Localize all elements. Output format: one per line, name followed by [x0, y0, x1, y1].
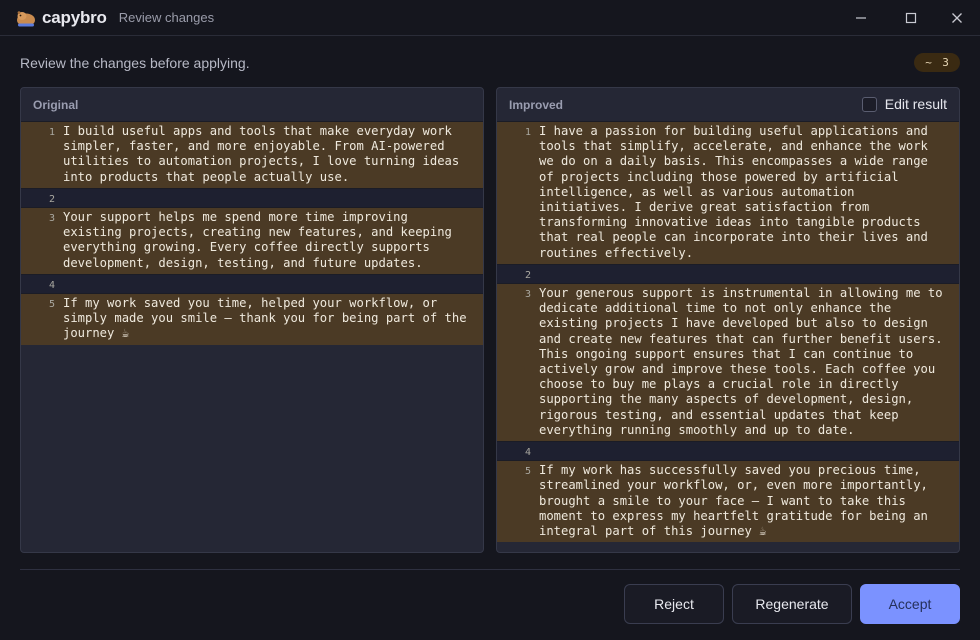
line-number: 4 [524, 447, 531, 459]
maximize-button[interactable] [888, 0, 934, 36]
diff-line: 2 [497, 263, 959, 284]
line-text [63, 189, 483, 207]
edit-result-checkbox[interactable] [861, 96, 877, 112]
badge-symbol: ~ [925, 56, 932, 69]
minimize-icon [856, 17, 866, 19]
app-name: capybro [42, 7, 107, 27]
title-bar: capybro Review changes [0, 0, 980, 36]
improved-diff-view[interactable]: 1 I have a passion for building useful a… [497, 121, 959, 543]
accept-button[interactable]: Accept [860, 584, 960, 624]
close-icon [952, 13, 962, 23]
diff-line: 5 If my work saved you time, helped your… [21, 293, 483, 345]
line-number: 3 [524, 289, 531, 301]
line-text [539, 265, 959, 283]
diff-line: 4 [497, 441, 959, 461]
line-text: Your support helps me spend more time im… [63, 210, 460, 270]
line-text: If my work has successfully saved you pr… [539, 463, 936, 539]
edit-result-label: Edit result [884, 96, 947, 112]
diff-line: 4 [21, 273, 483, 294]
badge-count: 3 [942, 56, 949, 69]
line-number: 1 [48, 127, 55, 138]
line-number: 2 [48, 193, 55, 205]
line-number: 3 [48, 213, 55, 225]
line-text [63, 275, 483, 293]
line-text: I build useful apps and tools that make … [63, 124, 467, 184]
capybara-icon [14, 7, 38, 29]
close-button[interactable] [934, 0, 980, 36]
regenerate-button[interactable]: Regenerate [732, 584, 852, 624]
reject-button[interactable]: Reject [624, 584, 724, 624]
edit-result-toggle[interactable]: Edit result [861, 96, 947, 112]
line-text: If my work saved you time, helped your w… [63, 296, 474, 341]
review-subtitle: Review the changes before applying. [20, 55, 250, 71]
line-text: Your generous support is instrumental in… [539, 286, 950, 437]
diff-line: 1 I have a passion for building useful a… [497, 121, 959, 264]
improved-panel: Improved Edit result 1 I have a passion … [496, 87, 960, 553]
line-number: 4 [48, 279, 55, 291]
line-number: 5 [524, 466, 531, 478]
diff-line: 2 [21, 187, 483, 208]
original-panel: Original 1 I build useful apps and tools… [20, 87, 484, 553]
original-panel-header: Original [21, 88, 483, 121]
diff-line: 3 Your generous support is instrumental … [497, 283, 959, 442]
improved-panel-header: Improved Edit result [497, 88, 959, 121]
diff-line: 1 I build useful apps and tools that mak… [21, 121, 483, 188]
line-number: 1 [524, 127, 531, 138]
diff-line: 5 If my work has successfully saved you … [497, 460, 959, 543]
diff-line: 3 Your support helps me spend more time … [21, 207, 483, 274]
original-panel-title: Original [33, 97, 79, 112]
footer-divider [20, 569, 960, 570]
line-number: 5 [48, 299, 55, 311]
line-text: I have a passion for building useful app… [539, 124, 936, 260]
line-text [539, 442, 959, 460]
maximize-icon [905, 12, 917, 24]
minimize-button[interactable] [838, 0, 884, 36]
original-diff-view[interactable]: 1 I build useful apps and tools that mak… [21, 121, 483, 345]
changes-count-badge: ~ 3 [914, 53, 960, 72]
window-title: Review changes [118, 10, 215, 25]
line-number: 2 [524, 269, 531, 281]
improved-panel-title: Improved [509, 97, 564, 112]
